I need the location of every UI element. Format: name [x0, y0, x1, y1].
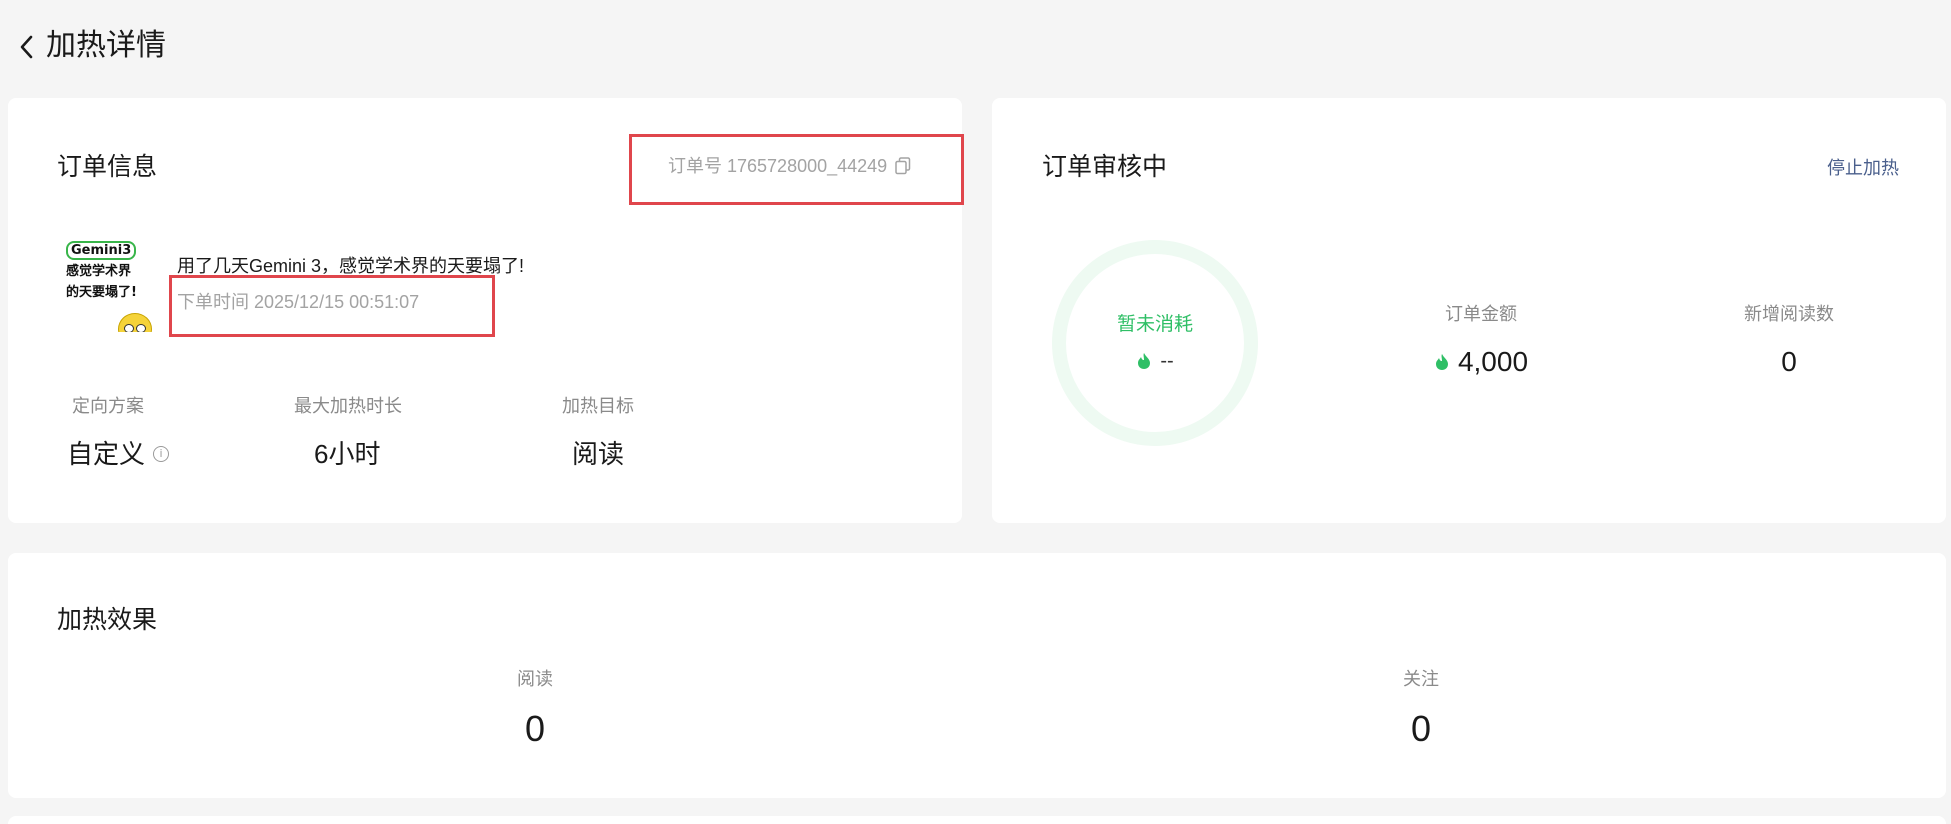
emoji-face-icon [118, 313, 152, 332]
effect-label-reads: 阅读 [517, 669, 553, 689]
ring-value-text: -- [1160, 350, 1174, 372]
thumbnail-line-2: 感觉学术界 [66, 264, 132, 279]
coin-flame-icon [1435, 354, 1448, 370]
stat-label-amount: 订单金额 [1445, 304, 1517, 324]
thumbnail-cropped-line [66, 230, 70, 238]
order-info-title: 订单信息 [57, 153, 158, 181]
effect-label-follows: 关注 [1403, 669, 1439, 689]
stop-boost-link[interactable]: 停止加热 [1827, 156, 1899, 180]
stat-value-new-reads: 0 [1664, 345, 1914, 379]
meta-value-duration: 6小时 [314, 437, 380, 471]
page-title: 加热详情 [46, 29, 166, 62]
copy-icon[interactable] [895, 157, 911, 175]
info-icon[interactable]: i [153, 446, 170, 462]
meta-value-goal: 阅读 [572, 437, 624, 471]
effect-value-reads: 0 [524, 708, 546, 749]
stat-value-amount-text: 4,000 [1457, 346, 1529, 377]
thumbnail-line-3: 的天要塌了! [66, 285, 137, 300]
stat-value-new-reads-text: 0 [1781, 346, 1797, 377]
stat-label-new-reads: 新增阅读数 [1744, 304, 1834, 324]
meta-value-targeting: 自定义 i [67, 437, 170, 471]
order-review-title: 订单审核中 [1042, 153, 1168, 181]
ring-label: 暂未消耗 [1116, 314, 1193, 335]
meta-label-targeting: 定向方案 [72, 396, 144, 416]
meta-value-goal-text: 阅读 [572, 439, 625, 469]
meta-label-duration: 最大加热时长 [294, 396, 402, 416]
coin-flame-icon [1138, 353, 1151, 369]
order-info-card: 订单信息 订单号 1765728000_44249 Gemini3 感觉学术界 … [8, 98, 964, 523]
article-thumbnail[interactable]: Gemini3 感觉学术界 的天要塌了! [62, 230, 166, 332]
order-number: 订单号 1765728000_44249 [668, 154, 911, 178]
meta-label-goal: 加热目标 [562, 396, 634, 416]
boost-effect-card: 加热效果 阅读 0 关注 0 [8, 553, 1946, 798]
thumbnail-line-1: Gemini3 [66, 241, 137, 260]
ring-value: -- [1052, 348, 1258, 374]
consumption-ring [1052, 240, 1258, 446]
stat-value-amount: 4,000 [1356, 345, 1606, 379]
effect-value-follows: 0 [1410, 708, 1432, 749]
boost-effect-title: 加热效果 [57, 606, 158, 634]
meta-value-targeting-text: 自定义 [67, 439, 146, 469]
next-card-peek [8, 816, 1946, 824]
meta-value-duration-text: 6小时 [314, 439, 381, 469]
order-time: 下单时间 2025/12/15 00:51:07 [177, 292, 420, 312]
order-review-card: 订单审核中 停止加热 暂未消耗 -- 订单金额 4,000 新增阅读数 0 [992, 98, 1946, 523]
back-arrow-icon[interactable] [18, 34, 36, 60]
page-header: 加热详情 [0, 0, 1951, 96]
order-number-text: 订单号 1765728000_44249 [668, 156, 888, 176]
